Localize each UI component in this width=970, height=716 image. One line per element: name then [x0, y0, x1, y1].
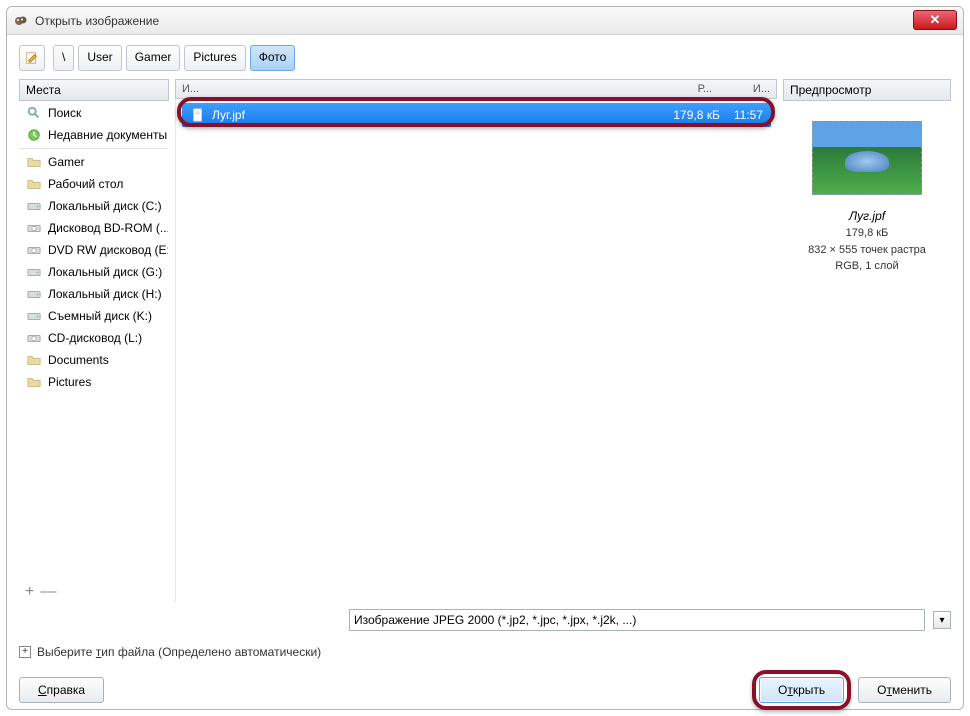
dvd-icon — [26, 242, 42, 258]
places-add-remove: + — — [19, 581, 169, 603]
col-name: И... — [182, 83, 642, 95]
places-item[interactable]: Локальный диск (C:) — [20, 195, 168, 217]
places-item-label: Дисковод BD-ROM (... — [48, 221, 169, 235]
cd-icon — [26, 330, 42, 346]
places-item[interactable]: Съемный диск (K:) — [20, 305, 168, 327]
folder-icon — [26, 154, 42, 170]
breadcrumb: \ User Gamer Pictures Фото — [19, 45, 951, 71]
folder-icon — [26, 352, 42, 368]
places-header: Места — [19, 79, 169, 101]
places-list: Поиск Недавние документы Gamer Рабочий стол… — [19, 101, 169, 581]
places-item[interactable]: CD-дисковод (L:) — [20, 327, 168, 349]
drive-icon — [26, 308, 42, 324]
file-list-body[interactable]: Луг.jpf 179,8 кБ 11:57 — [175, 99, 777, 603]
open-button[interactable]: Открыть — [759, 677, 844, 703]
places-item[interactable]: Поиск — [20, 102, 168, 124]
add-place-button[interactable]: + — [25, 583, 34, 601]
file-icon — [190, 107, 206, 123]
places-item-label: Gamer — [48, 155, 85, 169]
file-filter-select[interactable]: Изображение JPEG 2000 (*.jp2, *.jpc, *.j… — [349, 609, 925, 631]
bdrom-icon — [26, 220, 42, 236]
edit-path-button[interactable] — [19, 45, 45, 71]
filter-text: Изображение JPEG 2000 (*.jp2, *.jpc, *.j… — [354, 613, 636, 627]
chevron-down-icon: ▾ — [939, 615, 944, 626]
breadcrumb-item-current[interactable]: Фото — [250, 45, 296, 71]
breadcrumb-item-pictures[interactable]: Pictures — [184, 45, 245, 71]
places-item-label: CD-дисковод (L:) — [48, 331, 142, 345]
places-item-label: Pictures — [48, 375, 91, 389]
filetype-label: Выберите тип файла (Определено автоматич… — [37, 645, 321, 659]
places-item-label: Documents — [48, 353, 109, 367]
places-item-label: Локальный диск (G:) — [48, 265, 162, 279]
help-button[interactable]: Справка — [19, 677, 104, 703]
drive-icon — [26, 198, 42, 214]
breadcrumb-item-root[interactable]: \ — [53, 45, 74, 71]
places-item[interactable]: Локальный диск (H:) — [20, 283, 168, 305]
file-size: 179,8 кБ — [673, 108, 720, 122]
places-item[interactable]: Локальный диск (G:) — [20, 261, 168, 283]
drive-icon — [26, 286, 42, 302]
file-name: Луг.jpf — [212, 108, 667, 122]
col-time: И... — [720, 83, 770, 95]
folder-icon — [26, 374, 42, 390]
places-item-label: Недавние документы — [48, 128, 167, 142]
places-item-label: DVD RW дисковод (E:) — [48, 243, 169, 257]
file-row[interactable]: Луг.jpf 179,8 кБ 11:57 — [182, 103, 771, 127]
search-icon — [26, 105, 42, 121]
filetype-expander-row[interactable]: + Выберите тип файла (Определено автомат… — [19, 645, 951, 659]
preview-meta: 179,8 кБ 832 × 555 точек растра RGB, 1 с… — [808, 225, 926, 275]
places-item-label: Локальный диск (H:) — [48, 287, 162, 301]
filter-dropdown-arrow[interactable]: ▾ — [933, 611, 951, 629]
places-item-label: Съемный диск (K:) — [48, 309, 152, 323]
preview-size: 179,8 кБ — [808, 225, 926, 242]
app-icon — [13, 13, 29, 29]
col-size: Р... — [642, 83, 712, 95]
close-icon: ✕ — [930, 12, 941, 28]
places-item[interactable]: Дисковод BD-ROM (... — [20, 217, 168, 239]
remove-place-button[interactable]: — — [40, 583, 56, 601]
breadcrumb-item-gamer[interactable]: Gamer — [126, 45, 181, 71]
places-item[interactable]: Pictures — [20, 371, 168, 393]
places-panel: Места Поиск Недавние документы Gamer Рабочи… — [19, 79, 169, 603]
places-item[interactable]: Documents — [20, 349, 168, 371]
places-item-label: Поиск — [48, 106, 81, 120]
places-item[interactable]: Gamer — [20, 151, 168, 173]
places-item[interactable]: Рабочий стол — [20, 173, 168, 195]
drive-icon — [26, 264, 42, 280]
preview-panel: Предпросмотр Луг.jpf 179,8 кБ 832 × 555 … — [783, 79, 951, 603]
file-time: 11:57 — [734, 108, 763, 122]
preview-filename: Луг.jpf — [849, 209, 885, 223]
preview-dimensions: 832 × 555 точек растра — [808, 242, 926, 259]
places-item[interactable]: DVD RW дисковод (E:) — [20, 239, 168, 261]
preview-header: Предпросмотр — [783, 79, 951, 101]
breadcrumb-item-user[interactable]: User — [78, 45, 121, 71]
file-list-header[interactable]: И... Р... И... — [175, 79, 777, 99]
preview-thumbnail — [812, 121, 922, 195]
file-list-panel: И... Р... И... Луг.jpf 179,8 кБ 11:57 — [175, 79, 777, 603]
places-item[interactable]: Недавние документы — [20, 124, 168, 146]
recent-icon — [26, 127, 42, 143]
close-button[interactable]: ✕ — [913, 10, 957, 30]
folder-icon — [26, 176, 42, 192]
cancel-button[interactable]: Отменить — [858, 677, 951, 703]
titlebar: Открыть изображение ✕ — [7, 7, 963, 35]
preview-mode: RGB, 1 слой — [808, 258, 926, 275]
places-item-label: Локальный диск (C:) — [48, 199, 162, 213]
expander-icon: + — [19, 646, 31, 658]
places-item-label: Рабочий стол — [48, 177, 123, 191]
window-title: Открыть изображение — [35, 14, 957, 28]
